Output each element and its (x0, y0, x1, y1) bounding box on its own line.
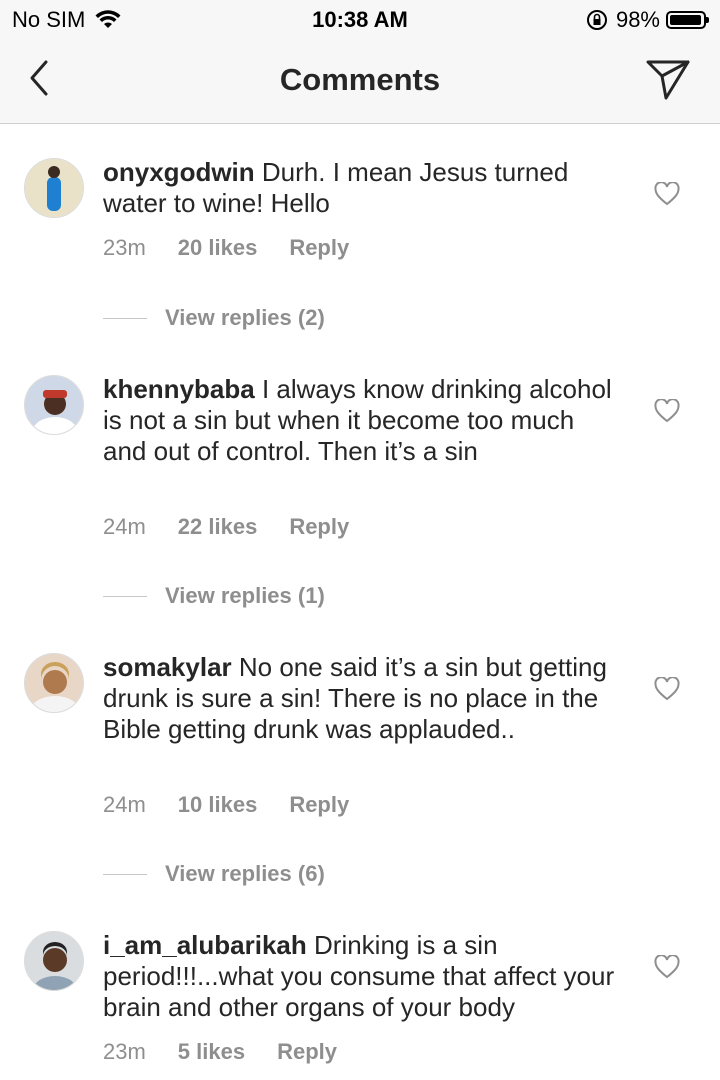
avatar[interactable] (24, 653, 84, 713)
avatar[interactable] (24, 158, 84, 218)
paper-plane-icon[interactable] (644, 54, 692, 102)
orientation-lock-icon (586, 10, 607, 30)
status-right: 98% (586, 7, 709, 33)
comment-text: somakylar No one said it’s a sin but get… (103, 652, 623, 745)
comment-username[interactable]: khennybaba (103, 374, 255, 404)
avatar-image (25, 159, 83, 217)
divider-line (103, 873, 147, 875)
heart-icon[interactable] (654, 677, 680, 701)
comment-username[interactable]: i_am_alubarikah (103, 930, 307, 960)
reply-button[interactable]: Reply (289, 514, 349, 540)
comment-likes[interactable]: 22 likes (178, 514, 258, 540)
comment-username[interactable]: onyxgodwin (103, 157, 255, 187)
nav-bar: Comments (0, 40, 720, 124)
reply-button[interactable]: Reply (289, 792, 349, 818)
comment-time: 24m (103, 792, 146, 817)
reply-button[interactable]: Reply (289, 235, 349, 261)
comment-time: 23m (103, 235, 146, 260)
comment-time: 24m (103, 514, 146, 539)
comment-likes[interactable]: 5 likes (178, 1039, 245, 1065)
comment-meta: 23m 5 likes Reply (103, 1039, 337, 1065)
view-replies-button[interactable]: View replies (6) (103, 861, 325, 887)
comment-text: i_am_alubarikah Drinking is a sin period… (103, 930, 623, 1023)
view-replies-button[interactable]: View replies (1) (103, 583, 325, 609)
divider-line (103, 595, 147, 597)
view-replies-label: View replies (2) (165, 305, 325, 330)
page-title: Comments (279, 62, 441, 97)
avatar-image (25, 932, 83, 990)
heart-icon[interactable] (654, 955, 680, 979)
avatar[interactable] (24, 375, 84, 435)
comment-likes[interactable]: 10 likes (178, 792, 258, 818)
comment-text: onyxgodwin Durh. I mean Jesus turned wat… (103, 157, 623, 219)
comment-username[interactable]: somakylar (103, 652, 232, 682)
avatar-image (25, 654, 83, 712)
divider-line (103, 317, 147, 319)
view-replies-label: View replies (6) (165, 861, 325, 886)
battery-percent: 98% (615, 7, 660, 32)
heart-icon[interactable] (654, 182, 680, 206)
battery-icon (666, 11, 709, 29)
heart-icon[interactable] (654, 399, 680, 423)
comment-likes[interactable]: 20 likes (178, 235, 258, 261)
avatar[interactable] (24, 931, 84, 991)
view-replies-label: View replies (1) (165, 583, 325, 608)
comment-meta: 23m 20 likes Reply (103, 235, 349, 261)
reply-button[interactable]: Reply (277, 1039, 337, 1065)
comment-time: 23m (103, 1039, 146, 1064)
comment-meta: 24m 10 likes Reply (103, 792, 349, 818)
comment-meta: 24m 22 likes Reply (103, 514, 349, 540)
view-replies-button[interactable]: View replies (2) (103, 305, 325, 331)
comment-text: khennybaba I always know drinking alcoho… (103, 374, 623, 467)
avatar-image (25, 376, 83, 434)
status-bar: No SIM 10:38 AM 98% (0, 0, 720, 40)
